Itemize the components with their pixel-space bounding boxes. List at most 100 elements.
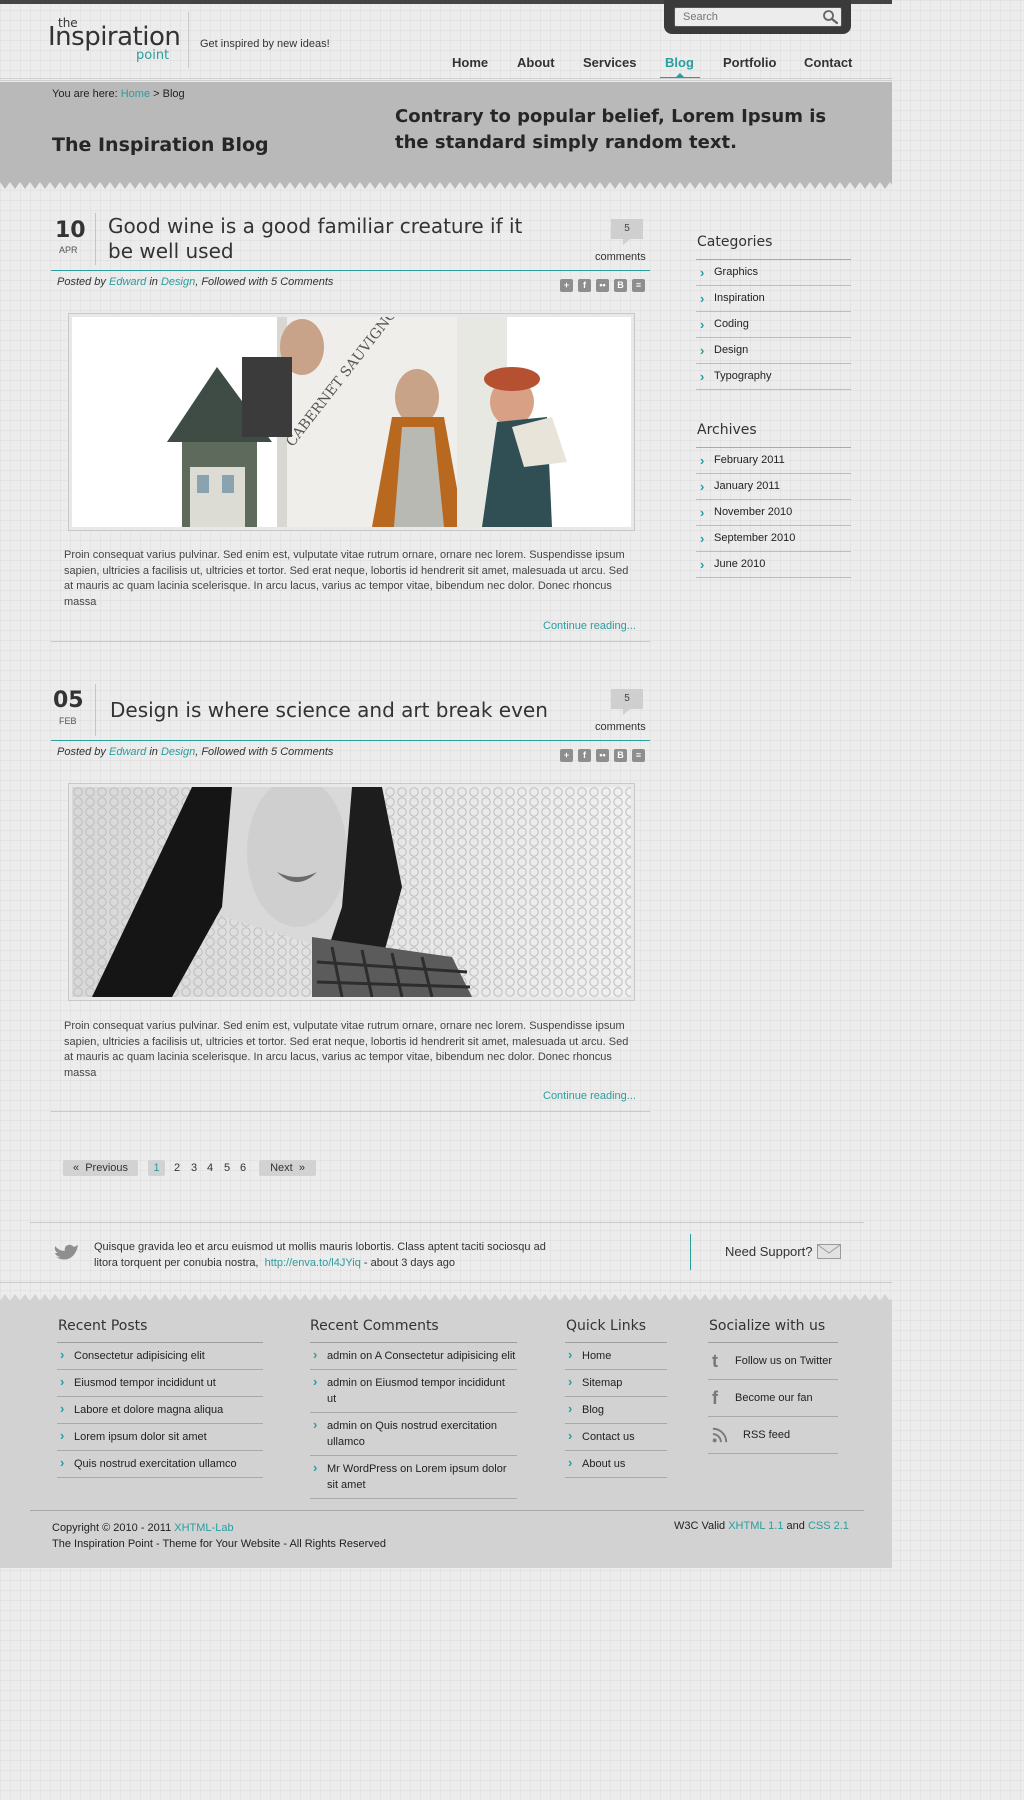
footer-bottom-rule bbox=[30, 1510, 864, 1511]
page-number-current[interactable]: 1 bbox=[148, 1160, 165, 1176]
chevron-double-right-icon: » bbox=[298, 1162, 305, 1174]
sidebar-archive-item[interactable]: February 2011 bbox=[696, 448, 851, 474]
continue-reading-link[interactable]: Continue reading... bbox=[543, 620, 636, 632]
css-valid-link[interactable]: CSS 2.1 bbox=[808, 1520, 849, 1532]
blogger-icon[interactable]: B bbox=[614, 279, 627, 292]
logo-divider bbox=[188, 12, 189, 68]
nav-portfolio[interactable]: Portfolio bbox=[723, 55, 776, 70]
mail-icon[interactable] bbox=[817, 1244, 841, 1259]
post-image-wine[interactable]: CABERNET SAUVIGNON MERLOT 2008 bbox=[68, 313, 635, 531]
xhtml-valid-link[interactable]: XHTML 1.1 bbox=[728, 1520, 783, 1532]
comment-count-bubble[interactable]: 5 bbox=[611, 219, 643, 245]
page-title: The Inspiration Blog bbox=[52, 134, 269, 156]
recent-post-link[interactable]: Eiusmod tempor incididunt ut bbox=[57, 1370, 263, 1397]
nav-home[interactable]: Home bbox=[452, 55, 488, 70]
post-header-rule bbox=[51, 270, 650, 271]
facebook-icon[interactable]: f bbox=[578, 279, 591, 292]
nav-blog[interactable]: Blog bbox=[665, 55, 694, 70]
share-icon[interactable]: ≡ bbox=[632, 749, 645, 762]
page-number[interactable]: 3 bbox=[191, 1160, 197, 1176]
post-category-link[interactable]: Design bbox=[161, 746, 195, 758]
quick-link[interactable]: Sitemap bbox=[565, 1370, 667, 1397]
social-facebook-link[interactable]: f Become our fan bbox=[708, 1380, 838, 1417]
recent-post-link[interactable]: Lorem ipsum dolor sit amet bbox=[57, 1424, 263, 1451]
continue-reading-link[interactable]: Continue reading... bbox=[543, 1090, 636, 1102]
site-tagline: Get inspired by new ideas! bbox=[200, 38, 330, 50]
sidebar-archive-item[interactable]: November 2010 bbox=[696, 500, 851, 526]
sidebar-archive-item[interactable]: September 2010 bbox=[696, 526, 851, 552]
footer-quick-links-title: Quick Links bbox=[566, 1318, 647, 1334]
w3c-and: and bbox=[786, 1520, 805, 1532]
sidebar-category-item[interactable]: Inspiration bbox=[696, 286, 851, 312]
quick-link[interactable]: About us bbox=[565, 1451, 667, 1478]
post-image-portrait[interactable] bbox=[68, 783, 635, 1001]
post-author-link[interactable]: Edward bbox=[109, 746, 146, 758]
sidebar-category-item[interactable]: Typography bbox=[696, 364, 851, 390]
post-meta: Posted by Edward in Design, Followed wit… bbox=[57, 746, 333, 758]
pagination-next[interactable]: Next » bbox=[259, 1160, 316, 1176]
blogger-icon[interactable]: B bbox=[614, 749, 627, 762]
page-number[interactable]: 6 bbox=[240, 1160, 246, 1176]
post-date-month: FEB bbox=[59, 716, 77, 726]
delicious-icon[interactable]: + bbox=[560, 749, 573, 762]
post-header-rule bbox=[51, 740, 650, 741]
footer-quick-links-list: Home Sitemap Blog Contact us About us bbox=[565, 1342, 667, 1478]
quick-link[interactable]: Contact us bbox=[565, 1424, 667, 1451]
flickr-icon[interactable]: •• bbox=[596, 749, 609, 762]
copyright-link[interactable]: XHTML-Lab bbox=[174, 1522, 233, 1534]
nav-about[interactable]: About bbox=[517, 55, 555, 70]
recent-post-link[interactable]: Quis nostrud exercitation ullamco bbox=[57, 1451, 263, 1478]
facebook-icon: f bbox=[712, 1388, 718, 1408]
rss-icon bbox=[712, 1427, 728, 1443]
footer-socialize-title: Socialize with us bbox=[709, 1318, 826, 1334]
w3c-prefix: W3C Valid bbox=[674, 1520, 726, 1532]
tweet-time: - about 3 days ago bbox=[363, 1257, 456, 1269]
recent-comment-link[interactable]: admin on Quis nostrud exercitation ullam… bbox=[310, 1413, 517, 1456]
post-category-link[interactable]: Design bbox=[161, 276, 195, 288]
comments-label: comments bbox=[595, 721, 646, 733]
need-support-link[interactable]: Need Support? bbox=[725, 1244, 812, 1259]
sidebar-category-item[interactable]: Graphics bbox=[696, 260, 851, 286]
quick-link[interactable]: Blog bbox=[565, 1397, 667, 1424]
chevron-double-left-icon: « bbox=[72, 1162, 80, 1174]
social-twitter-link[interactable]: t Follow us on Twitter bbox=[708, 1343, 838, 1380]
post-author-link[interactable]: Edward bbox=[109, 276, 146, 288]
pagination-previous[interactable]: « Previous bbox=[63, 1160, 138, 1176]
recent-comment-link[interactable]: admin on Eiusmod tempor incididunt ut bbox=[310, 1370, 517, 1413]
post-date-divider bbox=[95, 684, 96, 736]
post-meta-prefix: Posted by bbox=[57, 746, 106, 758]
search-input[interactable] bbox=[674, 7, 842, 27]
tweet-link[interactable]: http://enva.to/l4JYiq bbox=[265, 1257, 361, 1269]
search-icon[interactable] bbox=[822, 9, 838, 25]
post-title[interactable]: Design is where science and art break ev… bbox=[110, 698, 550, 723]
nav-contact[interactable]: Contact bbox=[804, 55, 852, 70]
post-meta-prefix: Posted by bbox=[57, 276, 106, 288]
delicious-icon[interactable]: + bbox=[560, 279, 573, 292]
comment-count-bubble[interactable]: 5 bbox=[611, 689, 643, 715]
page-number[interactable]: 4 bbox=[207, 1160, 213, 1176]
social-rss-link[interactable]: RSS feed bbox=[708, 1417, 838, 1454]
recent-post-link[interactable]: Labore et dolore magna aliqua bbox=[57, 1397, 263, 1424]
sidebar-category-item[interactable]: Coding bbox=[696, 312, 851, 338]
sidebar-category-item[interactable]: Design bbox=[696, 338, 851, 364]
page-number[interactable]: 5 bbox=[224, 1160, 230, 1176]
flickr-icon[interactable]: •• bbox=[596, 279, 609, 292]
recent-post-link[interactable]: Consectetur adipisicing elit bbox=[57, 1343, 263, 1370]
sidebar-archive-item[interactable]: January 2011 bbox=[696, 474, 851, 500]
copyright-prefix: Copyright © 2010 - 2011 bbox=[52, 1522, 172, 1534]
recent-comment-link[interactable]: Mr WordPress on Lorem ipsum dolor sit am… bbox=[310, 1456, 517, 1499]
quick-link[interactable]: Home bbox=[565, 1343, 667, 1370]
sidebar-archive-item[interactable]: June 2010 bbox=[696, 552, 851, 578]
facebook-icon[interactable]: f bbox=[578, 749, 591, 762]
post-meta-in: in bbox=[149, 746, 158, 758]
post-title[interactable]: Good wine is a good familiar creature if… bbox=[108, 214, 548, 264]
social-rss-label: RSS feed bbox=[743, 1429, 791, 1441]
copyright-line2: The Inspiration Point - Theme for Your W… bbox=[52, 1538, 387, 1550]
nav-services[interactable]: Services bbox=[583, 55, 637, 70]
footer-recent-posts-title: Recent Posts bbox=[58, 1318, 148, 1334]
recent-comment-link[interactable]: admin on A Consectetur adipisicing elit bbox=[310, 1343, 517, 1370]
page-number[interactable]: 2 bbox=[174, 1160, 180, 1176]
share-icon[interactable]: ≡ bbox=[632, 279, 645, 292]
wine-illustration: CABERNET SAUVIGNON MERLOT 2008 bbox=[72, 317, 631, 527]
breadcrumb-home-link[interactable]: Home bbox=[121, 88, 150, 100]
